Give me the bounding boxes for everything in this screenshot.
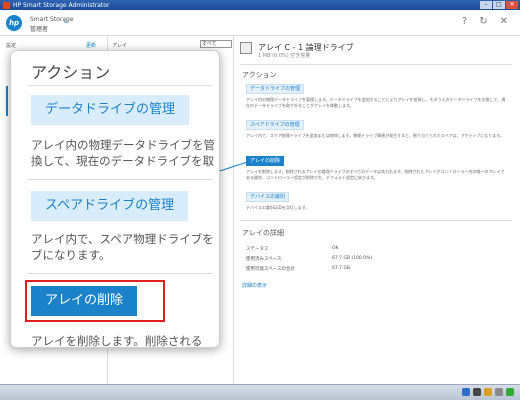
- update-link[interactable]: 更新: [86, 42, 96, 49]
- manage-spare-drives-button[interactable]: スペアドライブの管理: [246, 120, 304, 130]
- divider: [27, 179, 213, 180]
- more-details-link[interactable]: 詳細の表示: [242, 282, 267, 289]
- tray-icon[interactable]: [484, 388, 492, 396]
- manage-data-drives-desc: アレイ内の物理データドライブを管理します。データドライブを追加することによりアレ…: [246, 97, 506, 108]
- delete-array-button[interactable]: アレイの削除: [246, 156, 285, 166]
- window-close-button[interactable]: ✕: [506, 1, 518, 9]
- zoom-manage-data-drives-button[interactable]: データドライブの管理: [31, 95, 190, 125]
- chevron-down-icon[interactable]: ⌄: [62, 16, 70, 26]
- zoom-delete-array-desc: アレイを削除します。削除される: [31, 334, 203, 348]
- system-tray: [462, 388, 514, 396]
- middle-pane-header: アレイ: [112, 43, 128, 49]
- taskbar: [0, 384, 520, 400]
- detail-key: 使用可能スペースの合計: [246, 267, 295, 272]
- identify-device-desc: デバイスの識別LEDを点灯します。: [246, 205, 310, 210]
- right-pane: アレイ C - 1 論理ドライブ 1 MB (0.0%) 空き容量 アクション …: [234, 36, 520, 384]
- header-icons: ? ↻ ✕: [462, 16, 508, 27]
- detail-value: 67.7 GB (100.0%): [332, 256, 373, 261]
- identify-device-button[interactable]: デバイスの識別: [246, 192, 289, 202]
- zoom-manage-spare-drives-button[interactable]: スペアドライブの管理: [31, 191, 189, 221]
- zoom-actions-title: アクション: [31, 63, 111, 82]
- delete-array-desc: アレイを削除します。削除されるアレイの論理ドライブのすべてのデータは失われます。…: [246, 169, 505, 180]
- details-title: アレイの詳細: [242, 229, 284, 237]
- zoom-data-drives-desc: アレイ内の物理データドライブを管 換して、現在のデータドライブを取: [31, 138, 215, 168]
- manage-data-drives-button[interactable]: データドライブの管理: [246, 84, 305, 94]
- tray-icon[interactable]: [495, 388, 503, 396]
- app-subtitle: 管理者: [30, 26, 49, 33]
- detail-row: 使用済みスペース 67.7 GB (100.0%): [246, 256, 508, 264]
- tray-icon[interactable]: [462, 388, 470, 396]
- detail-value: OK: [332, 246, 339, 251]
- zoom-spare-drives-desc: アレイ内で、スペア物理ドライブを ブになります。: [31, 232, 214, 262]
- tray-icon[interactable]: [506, 388, 514, 396]
- divider: [240, 220, 512, 221]
- filter-select[interactable]: すべて: [200, 40, 232, 48]
- window-title: HP Smart Storage Administrator: [13, 1, 110, 9]
- window-controls: – □ ✕: [480, 1, 518, 9]
- zoom-callout: アクション データドライブの管理 アレイ内の物理データドライブを管 換して、現在…: [10, 50, 220, 348]
- window-titlebar: HP Smart Storage Administrator – □ ✕: [0, 0, 520, 10]
- detail-key: 使用済みスペース: [246, 257, 282, 262]
- app-window-icon: [3, 1, 10, 9]
- highlight-box: [25, 280, 165, 322]
- array-subtitle: 1 MB (0.0%) 空き容量: [258, 53, 311, 59]
- detail-key: ステータス: [246, 247, 269, 252]
- selection-indicator: [6, 86, 8, 116]
- help-icon[interactable]: ?: [462, 16, 467, 27]
- refresh-icon[interactable]: ↻: [479, 16, 487, 27]
- close-icon[interactable]: ✕: [500, 16, 508, 27]
- left-pane-header: 設定: [6, 43, 17, 49]
- divider: [240, 64, 512, 65]
- hp-logo-icon: hp: [6, 15, 22, 31]
- divider: [27, 85, 213, 86]
- detail-row: ステータス OK: [246, 246, 508, 254]
- manage-spare-drives-desc: アレイ内で、スペア物理ドライブを追加または削除します。物理ドライブ障害が発生する…: [246, 133, 504, 138]
- actions-title: アクション: [242, 71, 277, 79]
- app-header: hp Smart Storage 管理者 ⌄ ? ↻ ✕: [0, 10, 520, 36]
- tray-icon[interactable]: [473, 388, 481, 396]
- detail-value: 67.7 GB: [332, 266, 351, 271]
- array-icon: [240, 42, 252, 54]
- minimize-button[interactable]: –: [480, 1, 492, 9]
- maximize-button[interactable]: □: [493, 1, 505, 9]
- detail-row: 使用可能スペースの合計 67.7 GB: [246, 266, 508, 274]
- divider: [27, 273, 213, 274]
